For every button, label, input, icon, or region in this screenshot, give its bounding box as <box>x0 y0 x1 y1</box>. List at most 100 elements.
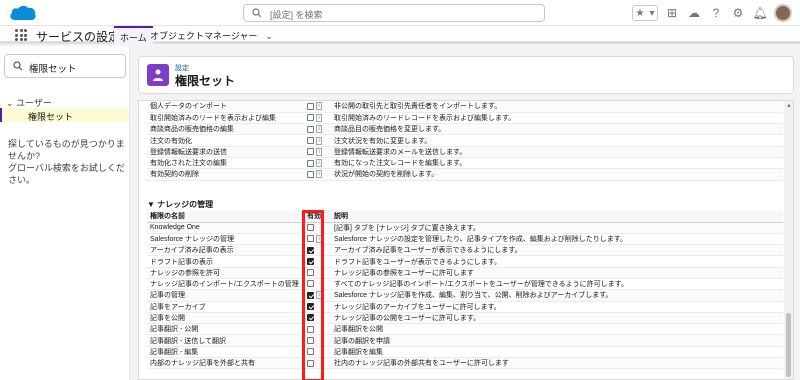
table-row: 記事翻訳 - 送信して翻訳 記事の翻訳を申請 <box>147 334 783 347</box>
enabled-checkbox[interactable] <box>307 348 314 356</box>
enabled-checkbox[interactable] <box>307 170 314 178</box>
enabled-cell <box>304 334 331 347</box>
permission-description: 社内のナレッジ記事の外部共有をユーザーに許可します <box>331 357 783 370</box>
app-launcher-icon[interactable] <box>15 29 27 41</box>
permission-description: ナレッジ記事のアーカイブをユーザーに許可します。 <box>331 301 783 313</box>
enabled-checkbox[interactable] <box>307 223 314 231</box>
vertical-scrollbar[interactable]: ▲ <box>784 101 793 379</box>
info-icon[interactable]: i <box>316 159 322 168</box>
scroll-up-arrow-icon[interactable]: ▲ <box>786 103 792 109</box>
enabled-checkbox[interactable] <box>307 125 314 133</box>
table-row: 記事の管理 i Salesforce ナレッジ記事を作成、編集、割り当て、公開、削除… <box>147 289 783 302</box>
page-title: 権限セット <box>175 74 236 88</box>
permission-description: 取引開始済みのリードレコードを表示および編集します。 <box>331 112 783 125</box>
enabled-cell: i <box>304 146 331 158</box>
user-avatar[interactable] <box>774 4 792 22</box>
col-header-name: 権限の名前 <box>147 211 304 223</box>
permission-name: 記事翻訳 - 公開 <box>147 323 304 336</box>
permission-name: 登録情報転送要求の送信 <box>147 146 304 158</box>
enabled-checkbox[interactable] <box>307 246 314 254</box>
permission-description: アーカイブ済み記事をユーザーが表示できるようにします。 <box>331 244 783 257</box>
section-knowledge-management[interactable]: ▼ ナレッジの管理 <box>147 199 213 210</box>
favorites-button[interactable]: ★ ▾ <box>632 5 658 21</box>
global-search-input[interactable]: [設定] を検索 <box>243 4 545 22</box>
table-row: 登録情報転送要求の送信 i 登録情報転送要求のメールを送信します。 <box>147 146 783 158</box>
permission-name: 商談商品の販売価格の編集 <box>147 123 304 136</box>
info-icon[interactable]: i <box>316 147 322 156</box>
permission-name: アーカイブ済み記事の表示 <box>147 244 304 257</box>
table-row: 記事をアーカイブ ナレッジ記事のアーカイブをユーザーに許可します。 <box>147 301 783 313</box>
gear-icon[interactable]: ⚙ <box>730 5 746 21</box>
table-row: Salesforce ナレッジの管理 i Salesforce ナレッジの設定を管理… <box>147 233 783 246</box>
help-icon[interactable]: ? <box>708 5 724 21</box>
info-icon[interactable]: i <box>316 136 322 145</box>
enabled-checkbox[interactable] <box>307 102 314 110</box>
enabled-checkbox[interactable] <box>307 235 314 243</box>
sidebar-item-permission-sets[interactable]: 権限セット <box>0 108 129 122</box>
chevron-down-icon: ▾ <box>649 7 655 19</box>
enabled-checkbox[interactable] <box>307 148 314 156</box>
permission-description: 非公開の取引先と取引先責任者をインポートします。 <box>331 101 783 113</box>
info-icon[interactable]: i <box>316 125 322 134</box>
enabled-cell: i <box>304 289 331 302</box>
table-row: Knowledge One [記事] タブを [ナレッジ] タブに置き換えます。 <box>147 222 783 234</box>
permission-name: 個人データのインポート <box>147 101 304 113</box>
quick-find-input[interactable]: 権限セット <box>4 54 126 78</box>
enabled-cell <box>304 312 331 325</box>
trailhead-icon[interactable]: ☁ <box>686 5 702 21</box>
content-panel: 個人データのインポート i 非公開の取引先と取引先責任者をインポートします。 取引開始… <box>138 100 794 380</box>
enabled-checkbox[interactable] <box>307 269 314 277</box>
permission-description: [記事] タブを [ナレッジ] タブに置き換えます。 <box>331 222 783 234</box>
chevron-down-icon[interactable]: ⌄ <box>265 31 273 41</box>
enabled-checkbox[interactable] <box>307 159 314 167</box>
notifications-bell-icon[interactable]: 🔔︎ <box>752 5 768 21</box>
table-row: 商談商品の販売価格の編集 i 商談品目の販売価格を変更します。 <box>147 123 783 136</box>
enabled-cell <box>304 357 331 370</box>
section-title: ナレッジの管理 <box>157 200 214 209</box>
enabled-checkbox[interactable] <box>307 291 314 299</box>
enabled-checkbox[interactable] <box>307 336 314 344</box>
info-icon[interactable]: i <box>316 102 322 111</box>
table-row: ドラフト記事の表示 ドラフト記事をユーザーが表示できるようにします。 <box>147 255 783 268</box>
enabled-cell <box>304 346 331 359</box>
permission-description: 状況が開始の契約を削除します。 <box>331 168 783 181</box>
info-icon[interactable]: i <box>316 170 322 179</box>
search-icon <box>252 8 262 18</box>
tab-object-manager[interactable]: オブジェクトマネージャー ⌄ <box>150 29 273 42</box>
enabled-cell: i <box>304 101 331 113</box>
info-icon[interactable]: i <box>316 234 322 243</box>
permission-description: すべてのナレッジ記事のインポート/エクスポートをユーザーが管理できるように許可し… <box>331 278 783 291</box>
scrollbar-thumb[interactable] <box>786 313 791 377</box>
tab-home[interactable]: ホーム <box>114 26 153 44</box>
permission-name: 有効化された注文の編集 <box>147 157 304 170</box>
help-line-1: 探しているものが見つかりませんか? <box>8 139 125 161</box>
permission-name: Salesforce ナレッジの管理 <box>147 233 304 246</box>
enabled-cell: i <box>304 123 331 136</box>
salesforce-logo[interactable] <box>8 3 38 23</box>
enabled-checkbox[interactable] <box>307 314 314 322</box>
chevron-down-icon: ⌄ <box>6 98 17 108</box>
enabled-checkbox[interactable] <box>307 257 314 265</box>
enabled-checkbox[interactable] <box>307 280 314 288</box>
enabled-checkbox[interactable] <box>307 325 314 333</box>
enabled-checkbox[interactable] <box>307 303 314 311</box>
info-icon[interactable]: i <box>316 113 322 122</box>
enabled-checkbox[interactable] <box>307 359 314 367</box>
search-help-text: 探しているものが見つかりませんか? グローバル検索をお試しください。 <box>8 138 129 186</box>
star-icon: ★ <box>635 7 645 19</box>
permission-name: 記事を公開 <box>147 312 304 325</box>
info-icon[interactable]: i <box>316 291 322 300</box>
enabled-checkbox[interactable] <box>307 137 314 145</box>
permission-name: ナレッジ記事のインポート/エクスポートの管理 <box>147 278 304 291</box>
enabled-checkbox[interactable] <box>307 114 314 122</box>
permission-name: 記事の管理 <box>147 289 304 302</box>
global-actions-icon[interactable]: ⊞ <box>664 5 680 21</box>
permission-name: 有効契約の削除 <box>147 168 304 181</box>
app-name: サービスの設定 <box>36 30 121 44</box>
permission-description: Salesforce ナレッジ記事を作成、編集、割り当て、公開、削除およびアーカ… <box>331 289 783 302</box>
permission-description: ナレッジ記事の公開をユーザーに許可します。 <box>331 312 783 325</box>
enabled-cell: i <box>304 134 331 147</box>
permission-name: 注文の有効化 <box>147 134 304 147</box>
quick-find-value: 権限セット <box>29 64 77 75</box>
knowledge-permissions-table: 権限の名前 有効 説明 Knowledge One [記事] タブを [ナレッジ]… <box>147 211 783 370</box>
